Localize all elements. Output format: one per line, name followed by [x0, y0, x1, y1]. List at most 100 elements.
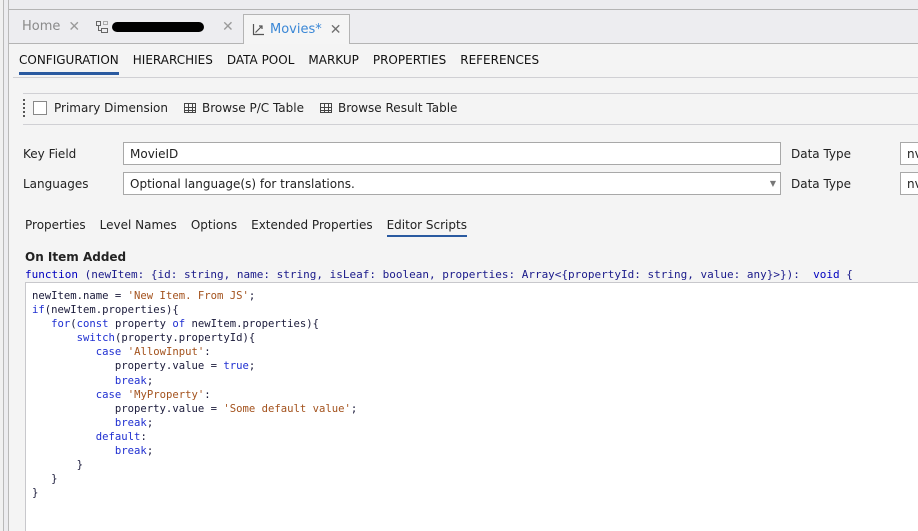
tab-home[interactable]: Home ✕: [22, 10, 80, 43]
code-keyword: true: [223, 360, 249, 373]
primary-dimension-checkbox[interactable]: [33, 101, 47, 115]
code-line: property.value = true;: [32, 359, 918, 373]
data-type-field-2[interactable]: nv: [900, 172, 918, 195]
tab-extended-properties[interactable]: Extended Properties: [251, 218, 372, 237]
code-text: }: [32, 487, 39, 500]
primary-dimension-label: Primary Dimension: [54, 101, 168, 115]
nav-references[interactable]: REFERENCES: [460, 51, 539, 75]
code-text: ;: [248, 360, 256, 373]
signature-end: {: [839, 268, 853, 281]
code-line: }: [32, 472, 918, 486]
code-line: for(const property of newItem.properties…: [32, 317, 918, 331]
tab-level-names[interactable]: Level Names: [100, 218, 177, 237]
code-text: property.value =: [32, 402, 224, 415]
document-tab-bar: Home ✕ ✕ Movies* ✕: [9, 10, 918, 44]
code-string: 'Some default value': [223, 402, 351, 415]
tab-label: Home: [22, 19, 61, 34]
data-type-label: Data Type: [791, 147, 852, 161]
divider: [13, 77, 918, 78]
close-icon[interactable]: ✕: [222, 19, 234, 35]
code-line: }: [32, 458, 918, 472]
nav-hierarchies[interactable]: HIERARCHIES: [133, 51, 213, 75]
function-signature: function (newItem: {id: string, name: st…: [25, 268, 853, 281]
data-type-value: nv: [907, 147, 918, 161]
signature-return: void: [813, 268, 840, 281]
key-field-input[interactable]: MovieID: [123, 142, 781, 165]
code-line: default:: [32, 430, 918, 444]
close-icon[interactable]: ✕: [68, 19, 80, 35]
code-string: 'MyProperty': [127, 388, 205, 401]
toolbar-grip[interactable]: [23, 99, 27, 117]
primary-dimension-toggle[interactable]: Primary Dimension: [33, 101, 168, 115]
script-section-title: On Item Added: [25, 250, 127, 264]
code-text: (newItem.properties){: [44, 304, 179, 317]
window-frame-left: [0, 0, 4, 531]
nav-configuration[interactable]: CONFIGURATION: [19, 51, 119, 75]
code-keyword: const: [76, 318, 109, 331]
code-keyword: case: [95, 388, 122, 401]
languages-label: Languages: [23, 177, 89, 191]
code-line: switch(property.propertyId){: [32, 331, 918, 345]
redacted-tab-label: [112, 21, 204, 32]
nav-properties[interactable]: PROPERTIES: [373, 51, 446, 75]
code-text: ;: [350, 402, 358, 415]
code-content[interactable]: newItem.name = 'New Item. From JS'; if(ne…: [26, 283, 918, 500]
data-type-value: nv: [907, 177, 918, 191]
code-text: ;: [146, 445, 154, 458]
close-icon[interactable]: ✕: [330, 22, 342, 38]
tab-options[interactable]: Options: [191, 218, 237, 237]
code-text: :: [204, 346, 211, 359]
data-type-field-1[interactable]: nv: [900, 142, 918, 165]
chevron-down-icon[interactable]: ▼: [770, 179, 776, 188]
data-type-label: Data Type: [791, 177, 852, 191]
section-nav: CONFIGURATION HIERARCHIES DATA POOL MARK…: [19, 51, 539, 75]
code-line: case 'AllowInput':: [32, 345, 918, 359]
script-editor[interactable]: newItem.name = 'New Item. From JS'; if(ne…: [25, 282, 918, 531]
code-keyword: of: [172, 318, 186, 331]
code-text: (property.propertyId){: [114, 332, 256, 345]
chart-axis-icon: [252, 23, 265, 36]
tab-redacted[interactable]: ✕: [96, 10, 234, 43]
code-string: 'New Item. From JS': [127, 290, 249, 302]
nav-markup[interactable]: MARKUP: [308, 51, 358, 75]
browse-result-table-button[interactable]: Browse Result Table: [320, 101, 457, 115]
browse-pc-table-button[interactable]: Browse P/C Table: [183, 101, 304, 115]
tab-movies[interactable]: Movies* ✕: [243, 14, 351, 44]
key-field-label: Key Field: [23, 147, 77, 161]
code-line: if(newItem.properties){: [32, 303, 918, 317]
table-icon: [320, 103, 332, 113]
tab-editor-scripts[interactable]: Editor Scripts: [386, 218, 467, 237]
tab-label: Movies*: [270, 22, 322, 37]
code-text: ;: [146, 416, 154, 429]
tab-properties[interactable]: Properties: [25, 218, 86, 237]
signature-keyword: function: [25, 268, 78, 281]
languages-dropdown[interactable]: Optional language(s) for translations. ▼: [123, 172, 781, 195]
nav-data-pool[interactable]: DATA POOL: [227, 51, 295, 75]
hierarchy-icon: [96, 20, 108, 33]
browse-result-label: Browse Result Table: [338, 101, 458, 115]
code-text: property.value =: [32, 360, 224, 373]
code-text: ;: [146, 374, 154, 387]
code-keyword: default: [95, 430, 141, 443]
code-text: property: [108, 318, 173, 331]
code-keyword: if: [32, 304, 45, 317]
signature-params: (newItem: {id: string, name: string, isL…: [77, 268, 814, 281]
code-line: case 'MyProperty':: [32, 388, 918, 402]
code-text: newItem.name =: [32, 290, 128, 302]
code-text: ;: [248, 290, 256, 302]
detail-tabs: Properties Level Names Options Extended …: [25, 218, 467, 237]
divider: [23, 124, 918, 125]
code-keyword: for: [51, 318, 71, 331]
languages-placeholder: Optional language(s) for translations.: [130, 177, 355, 191]
code-line: break;: [32, 374, 918, 388]
divider: [23, 93, 918, 94]
code-keyword: break: [114, 374, 147, 387]
code-string: 'AllowInput': [127, 346, 205, 359]
configuration-panel: CONFIGURATION HIERARCHIES DATA POOL MARK…: [9, 44, 918, 531]
table-icon: [183, 103, 196, 113]
